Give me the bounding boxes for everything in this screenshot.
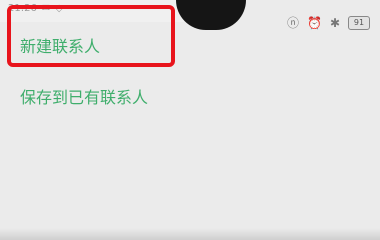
- bottom-shadow: [0, 228, 380, 240]
- battery-level: 91: [353, 18, 365, 27]
- save-to-existing-contact-option[interactable]: 保存到已有联系人: [20, 84, 148, 108]
- phone-screen: 21:26 ✉ ◇ ⓝ ⏰ ✱ 91 新建联系人 保存到已有联系人: [0, 0, 380, 240]
- alarm-icon: ⏰: [306, 15, 322, 30]
- bluetooth-icon: ✱: [329, 15, 340, 30]
- status-icons: ⓝ ⏰ ✱ 91: [287, 14, 370, 31]
- battery-icon: 91: [348, 15, 370, 30]
- highlight-box: [7, 5, 175, 67]
- camera-notch: [176, 0, 246, 30]
- nfc-icon: ⓝ: [286, 16, 299, 30]
